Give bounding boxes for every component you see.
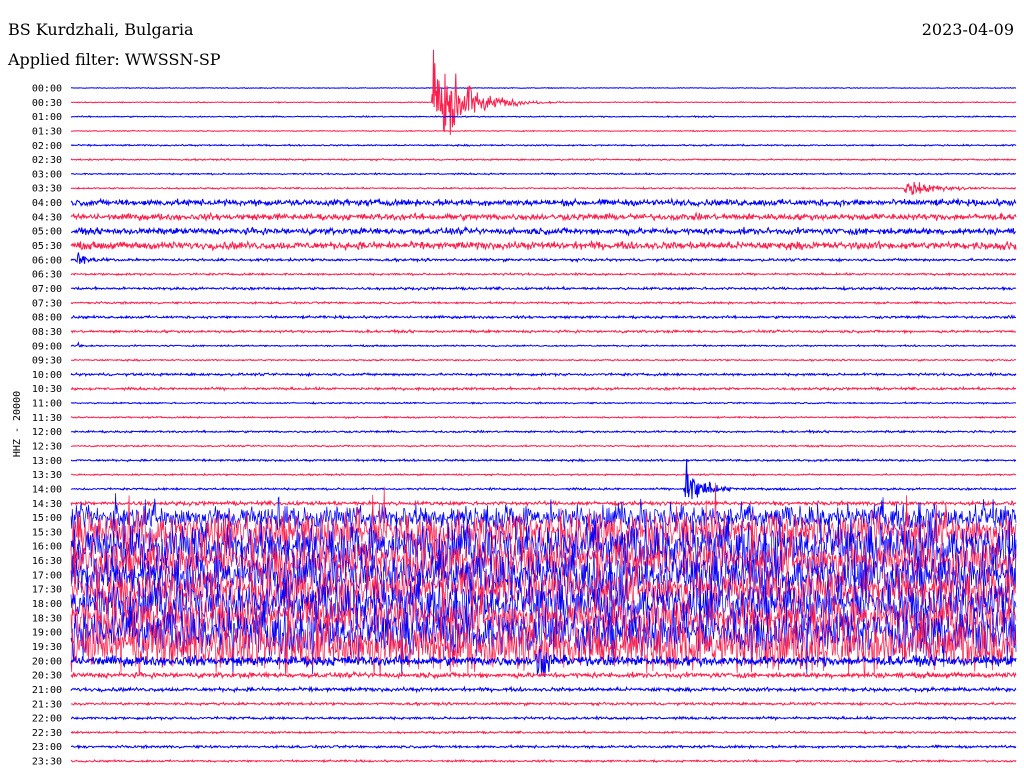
row-time-label: 14:30	[32, 499, 62, 510]
row-time-label: 17:00	[32, 570, 62, 581]
trace-row	[70, 129, 1017, 133]
row-time-label: 15:30	[32, 527, 62, 538]
row-time-label: 12:00	[32, 427, 62, 438]
row-time-label: 18:30	[32, 613, 62, 624]
row-time-label: 02:00	[32, 141, 62, 152]
trace-row	[70, 358, 1017, 363]
row-time-label: 20:30	[32, 671, 62, 682]
row-time-label: 14:00	[32, 484, 62, 495]
trace-row	[70, 328, 1016, 335]
row-time-label: 03:00	[32, 169, 62, 180]
row-time-label: 15:00	[32, 513, 62, 524]
trace-row	[71, 443, 1017, 448]
trace-row	[70, 211, 1017, 223]
row-time-label: 07:30	[32, 298, 62, 309]
trace-row	[70, 300, 1016, 306]
trace-row	[70, 700, 1017, 707]
row-time-label: 02:30	[32, 155, 62, 166]
row-time-label: 04:30	[32, 212, 62, 223]
row-time-label: 11:00	[32, 399, 62, 410]
trace-row	[70, 314, 1016, 320]
trace-row	[70, 729, 1017, 735]
row-time-label: 10:30	[32, 384, 62, 395]
row-time-label: 16:30	[32, 556, 62, 567]
row-time-label: 13:30	[32, 470, 62, 481]
row-time-label: 23:30	[32, 757, 62, 768]
trace-row	[70, 157, 1017, 162]
row-time-label: 07:00	[32, 284, 62, 295]
row-time-label: 19:30	[32, 642, 62, 653]
row-time-label: 22:30	[32, 728, 62, 739]
row-time-label: 23:00	[32, 742, 62, 753]
row-time-label: 13:00	[32, 456, 62, 467]
trace-row	[70, 181, 1017, 195]
trace-row	[70, 143, 1017, 148]
row-time-label: 08:00	[32, 313, 62, 324]
row-time-label: 20:00	[32, 656, 62, 667]
row-time-label: 09:30	[32, 356, 62, 367]
row-time-label: 09:00	[32, 341, 62, 352]
trace-row	[70, 415, 1017, 420]
row-time-label: 01:30	[32, 126, 62, 137]
row-time-label: 00:00	[32, 84, 62, 95]
trace-row	[70, 400, 1017, 405]
row-time-label: 11:30	[32, 413, 62, 424]
row-time-label: 12:30	[32, 442, 62, 453]
trace-row	[70, 457, 1017, 463]
trace-row	[70, 758, 1017, 764]
row-time-label: 04:00	[32, 198, 62, 209]
trace-row	[71, 49, 1017, 135]
row-time-label: 03:30	[32, 184, 62, 195]
row-time-label: 05:30	[32, 241, 62, 252]
trace-row	[70, 172, 1017, 176]
row-time-label: 10:00	[32, 370, 62, 381]
trace-row	[70, 341, 1017, 348]
trace-row	[71, 385, 1017, 392]
row-time-label: 21:00	[32, 685, 62, 696]
row-time-label: 01:00	[32, 112, 62, 123]
trace-row	[71, 472, 1017, 477]
trace-row	[70, 197, 1017, 208]
row-time-label: 08:30	[32, 327, 62, 338]
row-time-label: 06:00	[32, 255, 62, 266]
seismogram-plot: 00:00 00:30 01:00 01:30 02:00 02:30 03:00 03:30…	[32, 49, 1017, 768]
trace-row	[70, 493, 1017, 543]
trace-row	[70, 285, 1017, 292]
row-time-label: 18:00	[32, 599, 62, 610]
row-time-label: 17:30	[32, 585, 62, 596]
trace-row	[70, 459, 1017, 500]
trace-row	[70, 371, 1017, 378]
row-time-label: 19:00	[32, 628, 62, 639]
row-time-label: 21:30	[32, 699, 62, 710]
trace-row	[70, 715, 1017, 722]
trace-row	[70, 252, 1017, 264]
trace-row	[70, 115, 1017, 119]
trace-row	[70, 271, 1017, 277]
trace-row	[70, 685, 1017, 694]
trace-row	[70, 225, 1017, 237]
trace-row	[70, 743, 1017, 750]
row-time-label: 16:00	[32, 542, 62, 553]
row-time-label: 00:30	[32, 98, 62, 109]
trace-row	[70, 239, 1017, 252]
row-time-label: 06:30	[32, 270, 62, 281]
row-time-label: 05:00	[32, 227, 62, 238]
trace-row	[70, 86, 1017, 90]
row-time-label: 22:00	[32, 714, 62, 725]
trace-row	[70, 429, 1017, 435]
